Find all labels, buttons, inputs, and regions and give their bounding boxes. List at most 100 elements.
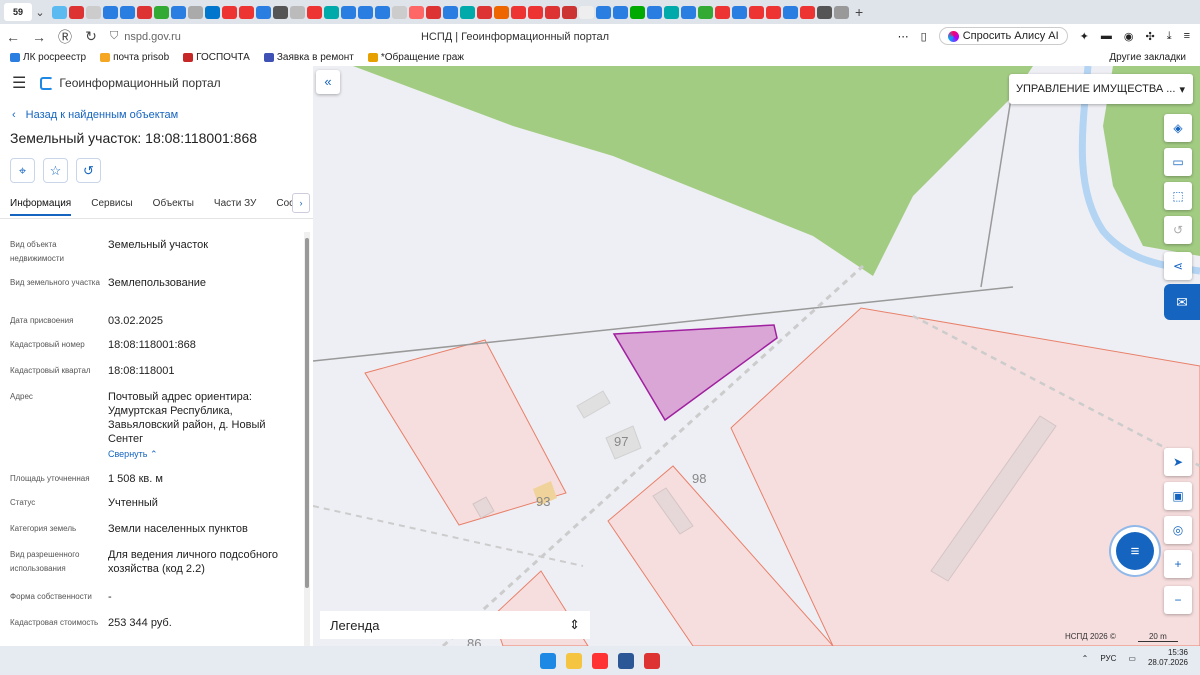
browser-tab[interactable]	[511, 5, 526, 19]
browser-tab[interactable]	[630, 5, 645, 19]
scrollbar-thumb[interactable]	[305, 238, 309, 588]
tab-services[interactable]: Сервисы	[91, 195, 132, 218]
browser-tab[interactable]	[222, 5, 237, 19]
feedback-icon[interactable]: ✉	[1164, 284, 1200, 320]
hat-icon[interactable]: ▬	[1101, 30, 1112, 42]
zoom-in-icon[interactable]: +	[1164, 550, 1192, 578]
browser-tab[interactable]	[52, 5, 67, 19]
browser-tab[interactable]	[154, 5, 169, 19]
tab-parts[interactable]: Части ЗУ	[214, 195, 256, 218]
browser-tab[interactable]	[426, 5, 441, 19]
browser-tab[interactable]	[732, 5, 747, 19]
clock[interactable]: 15:36 28.07.2026	[1148, 648, 1188, 668]
browser-tab[interactable]	[375, 5, 390, 19]
browser-tab[interactable]	[103, 5, 118, 19]
browser-tab[interactable]	[324, 5, 339, 19]
yandex-browser-icon[interactable]	[592, 652, 608, 669]
chevron-up-icon[interactable]: ⌃	[1082, 654, 1089, 663]
map-canvas[interactable]: 97 98 93 86 « УПРАВЛЕНИЕ ИМУЩЕСТВА ... ▾ …	[313, 66, 1200, 646]
locate-object-icon[interactable]: ⌖	[10, 158, 35, 183]
browser-tabs[interactable]	[52, 5, 849, 19]
bookmark-icon[interactable]: ▯	[921, 30, 927, 43]
chevron-down-icon[interactable]: ⌄	[32, 6, 48, 19]
tab-count-badge[interactable]: 59	[4, 3, 32, 21]
browser-tab[interactable]	[528, 5, 543, 19]
select-area-icon[interactable]: ⬚	[1164, 182, 1192, 210]
more-icon[interactable]: ⋯	[898, 30, 909, 43]
language-indicator[interactable]: РУС	[1100, 654, 1116, 663]
reload-icon[interactable]: ↻	[78, 28, 104, 45]
extension-icon[interactable]: ✦	[1080, 30, 1089, 43]
browser-tab[interactable]	[800, 5, 815, 19]
browser-tab[interactable]	[681, 5, 696, 19]
browser-tab[interactable]	[749, 5, 764, 19]
browser-tab[interactable]	[86, 5, 101, 19]
alice-button[interactable]: Спросить Алису AI	[938, 27, 1068, 45]
browser-tab[interactable]	[205, 5, 220, 19]
network-icon[interactable]: ▭	[1128, 654, 1136, 663]
menu-icon[interactable]: ≡	[1184, 30, 1190, 42]
picture-in-picture-icon[interactable]: ▣	[1164, 482, 1192, 510]
back-to-results-link[interactable]: ‹ Назад к найденным объектам	[12, 109, 313, 121]
browser-tab[interactable]	[171, 5, 186, 19]
forward-arrow-icon[interactable]: →	[26, 29, 52, 45]
browser-tab[interactable]	[817, 5, 832, 19]
hamburger-menu-icon[interactable]: ☰	[12, 73, 26, 93]
bookmark-item[interactable]: Заявка в ремонт	[263, 52, 354, 63]
browser-tab[interactable]	[494, 5, 509, 19]
bookmark-item[interactable]: ГОСПОЧТА	[183, 52, 250, 63]
browser-tab[interactable]	[664, 5, 679, 19]
browser-tab[interactable]	[596, 5, 611, 19]
bookmark-item[interactable]: *Обращение граж	[367, 52, 464, 63]
circle-extension-icon[interactable]: ◉	[1124, 30, 1134, 43]
navigation-icon[interactable]: ➤	[1164, 448, 1192, 476]
browser-tab[interactable]	[783, 5, 798, 19]
browser-tab[interactable]	[137, 5, 152, 19]
windows-start-icon[interactable]	[540, 652, 556, 669]
yandex-icon[interactable]: Ⓡ	[52, 27, 78, 47]
share-icon[interactable]: ⋖	[1164, 252, 1192, 280]
browser-tab[interactable]	[766, 5, 781, 19]
sidebar-scrollbar[interactable]	[304, 232, 310, 646]
app-icon[interactable]	[644, 652, 660, 669]
download-icon[interactable]: ⤓	[1167, 30, 1172, 43]
bookmark-item[interactable]: почта prisob	[100, 52, 169, 63]
new-tab-icon[interactable]: +	[855, 4, 863, 20]
layers-icon[interactable]: ◈	[1164, 114, 1192, 142]
browser-tab[interactable]	[409, 5, 424, 19]
star-icon[interactable]: ☆	[43, 158, 68, 183]
collapse-panel-icon[interactable]: «	[316, 70, 340, 94]
browser-tab[interactable]	[698, 5, 713, 19]
word-icon[interactable]	[618, 652, 634, 669]
browser-tab[interactable]	[613, 5, 628, 19]
browser-tab[interactable]	[715, 5, 730, 19]
address-bar[interactable]: ⛉ nspd.gov.ru	[110, 30, 181, 43]
browser-tab[interactable]	[562, 5, 577, 19]
browser-tab[interactable]	[545, 5, 560, 19]
browser-tab[interactable]	[358, 5, 373, 19]
browser-tab[interactable]	[273, 5, 288, 19]
tab-objects[interactable]: Объекты	[153, 195, 194, 218]
tab-info[interactable]: Информация	[10, 195, 72, 218]
back-arrow-icon[interactable]: ←	[0, 29, 26, 45]
layer-select[interactable]: УПРАВЛЕНИЕ ИМУЩЕСТВА ... ▾	[1009, 74, 1193, 104]
puzzle-icon[interactable]: ✣	[1145, 30, 1154, 43]
browser-tab[interactable]	[120, 5, 135, 19]
browser-tab[interactable]	[443, 5, 458, 19]
browser-tab[interactable]	[69, 5, 84, 19]
browser-tab[interactable]	[256, 5, 271, 19]
browser-tab[interactable]	[834, 5, 849, 19]
tabs-next-icon[interactable]: ›	[292, 193, 310, 213]
ruler-icon[interactable]: ▭	[1164, 148, 1192, 176]
browser-tab[interactable]	[477, 5, 492, 19]
browser-tab[interactable]	[647, 5, 662, 19]
bookmark-item[interactable]: ЛК росреестр	[10, 52, 86, 63]
browser-tab[interactable]	[239, 5, 254, 19]
browser-tab[interactable]	[341, 5, 356, 19]
collapse-address-link[interactable]: Свернуть ⌃	[108, 447, 298, 461]
chat-icon[interactable]: ≡	[1116, 532, 1154, 570]
browser-tab[interactable]	[579, 5, 594, 19]
history-icon[interactable]: ↺	[1164, 216, 1192, 244]
browser-tab[interactable]	[460, 5, 475, 19]
browser-tab[interactable]	[307, 5, 322, 19]
